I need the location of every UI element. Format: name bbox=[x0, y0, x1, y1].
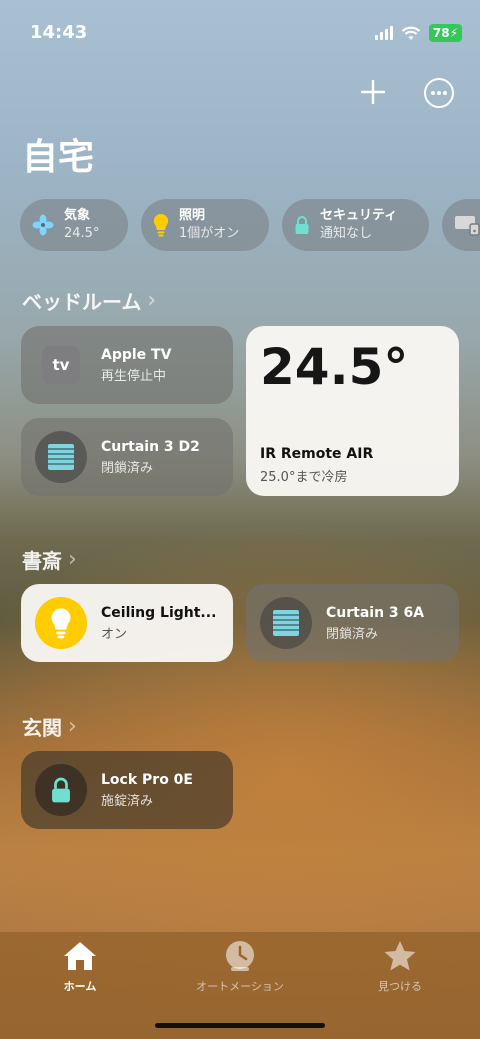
wifi-icon bbox=[401, 26, 421, 40]
status-time: 14:43 bbox=[30, 22, 88, 43]
tile-name: Apple TV bbox=[101, 346, 172, 363]
tile-name: Ceiling Light... bbox=[101, 604, 217, 621]
home-indicator bbox=[155, 1023, 325, 1028]
section-study-header[interactable]: 書斎 › bbox=[22, 545, 77, 574]
devices-chip[interactable] bbox=[442, 199, 480, 251]
lock-icon bbox=[35, 764, 87, 816]
curtain-6a-tile[interactable]: Curtain 3 6A 閉鎖済み bbox=[246, 584, 459, 662]
status-indicators: 78⚡ bbox=[374, 24, 462, 42]
tab-automation[interactable]: オートメーション bbox=[170, 940, 310, 994]
chevron-right-icon: › bbox=[68, 547, 77, 572]
tile-name: Curtain 3 6A bbox=[326, 604, 425, 621]
section-entrance-header[interactable]: 玄関 › bbox=[22, 712, 77, 741]
battery-indicator: 78⚡ bbox=[428, 24, 462, 42]
fan-icon bbox=[32, 214, 54, 236]
tile-name: Curtain 3 D2 bbox=[101, 438, 200, 455]
apple-tv-icon: tv bbox=[42, 346, 80, 384]
clock-icon bbox=[226, 941, 254, 971]
tab-home[interactable]: ホーム bbox=[10, 940, 150, 994]
chip-value: 24.5° bbox=[64, 226, 100, 241]
chevron-right-icon: › bbox=[68, 714, 77, 739]
section-title: 書斎 bbox=[22, 549, 62, 573]
current-temperature: 24.5° bbox=[260, 338, 409, 396]
ellipsis-icon bbox=[431, 91, 447, 95]
curtain-icon bbox=[260, 597, 312, 649]
apple-tv-tile[interactable]: tv Apple TV 再生停止中 bbox=[21, 326, 233, 404]
add-button[interactable] bbox=[355, 74, 391, 110]
tile-status: 25.0°まで冷房 bbox=[260, 470, 348, 485]
chip-label: 照明 bbox=[179, 208, 206, 223]
chevron-right-icon: › bbox=[147, 288, 157, 313]
curtain-d2-tile[interactable]: Curtain 3 D2 閉鎖済み bbox=[21, 418, 233, 496]
tile-status: 閉鎖済み bbox=[101, 460, 154, 476]
cellular-signal-icon bbox=[374, 26, 393, 40]
page-title: 自宅 bbox=[22, 137, 95, 178]
ir-remote-air-tile[interactable]: 24.5° IR Remote AIR 25.0°まで冷房 bbox=[246, 326, 459, 496]
tile-name: Lock Pro 0E bbox=[101, 771, 193, 788]
plus-icon bbox=[361, 80, 385, 104]
security-chip[interactable]: セキュリティ 通知なし bbox=[282, 199, 429, 251]
tile-status: オン bbox=[101, 626, 128, 642]
tab-label: 見つける bbox=[378, 980, 422, 993]
star-icon bbox=[384, 941, 416, 971]
lightbulb-icon bbox=[35, 597, 87, 649]
curtain-icon bbox=[35, 431, 87, 483]
climate-chip[interactable]: 気象 24.5° bbox=[20, 199, 128, 251]
section-title: ベッドルーム bbox=[22, 290, 142, 314]
tile-status: 再生停止中 bbox=[101, 368, 167, 384]
tab-discover[interactable]: 見つける bbox=[330, 940, 470, 994]
summary-chips: 気象 24.5° 照明 1個がオン セキュリティ 通知なし bbox=[20, 199, 480, 251]
chip-value: 通知なし bbox=[320, 226, 373, 241]
tile-name: IR Remote AIR bbox=[260, 446, 374, 462]
more-options-button[interactable] bbox=[424, 78, 454, 108]
section-bedroom-header[interactable]: ベッドルーム › bbox=[22, 286, 156, 315]
lock-pro-tile[interactable]: Lock Pro 0E 施錠済み bbox=[21, 751, 233, 829]
lock-icon bbox=[295, 216, 309, 234]
tile-status: 施錠済み bbox=[101, 793, 154, 809]
chip-label: セキュリティ bbox=[320, 208, 398, 223]
display-icon bbox=[455, 216, 480, 236]
chip-value: 1個がオン bbox=[179, 226, 240, 241]
chip-label: 気象 bbox=[64, 208, 91, 223]
lightbulb-icon bbox=[153, 213, 169, 237]
tile-status: 閉鎖済み bbox=[326, 626, 379, 642]
ceiling-light-tile[interactable]: Ceiling Light... オン bbox=[21, 584, 233, 662]
lighting-chip[interactable]: 照明 1個がオン bbox=[141, 199, 269, 251]
tab-label: ホーム bbox=[63, 980, 97, 993]
house-icon bbox=[64, 942, 96, 970]
tab-label: オートメーション bbox=[196, 980, 284, 993]
section-title: 玄関 bbox=[22, 716, 62, 740]
